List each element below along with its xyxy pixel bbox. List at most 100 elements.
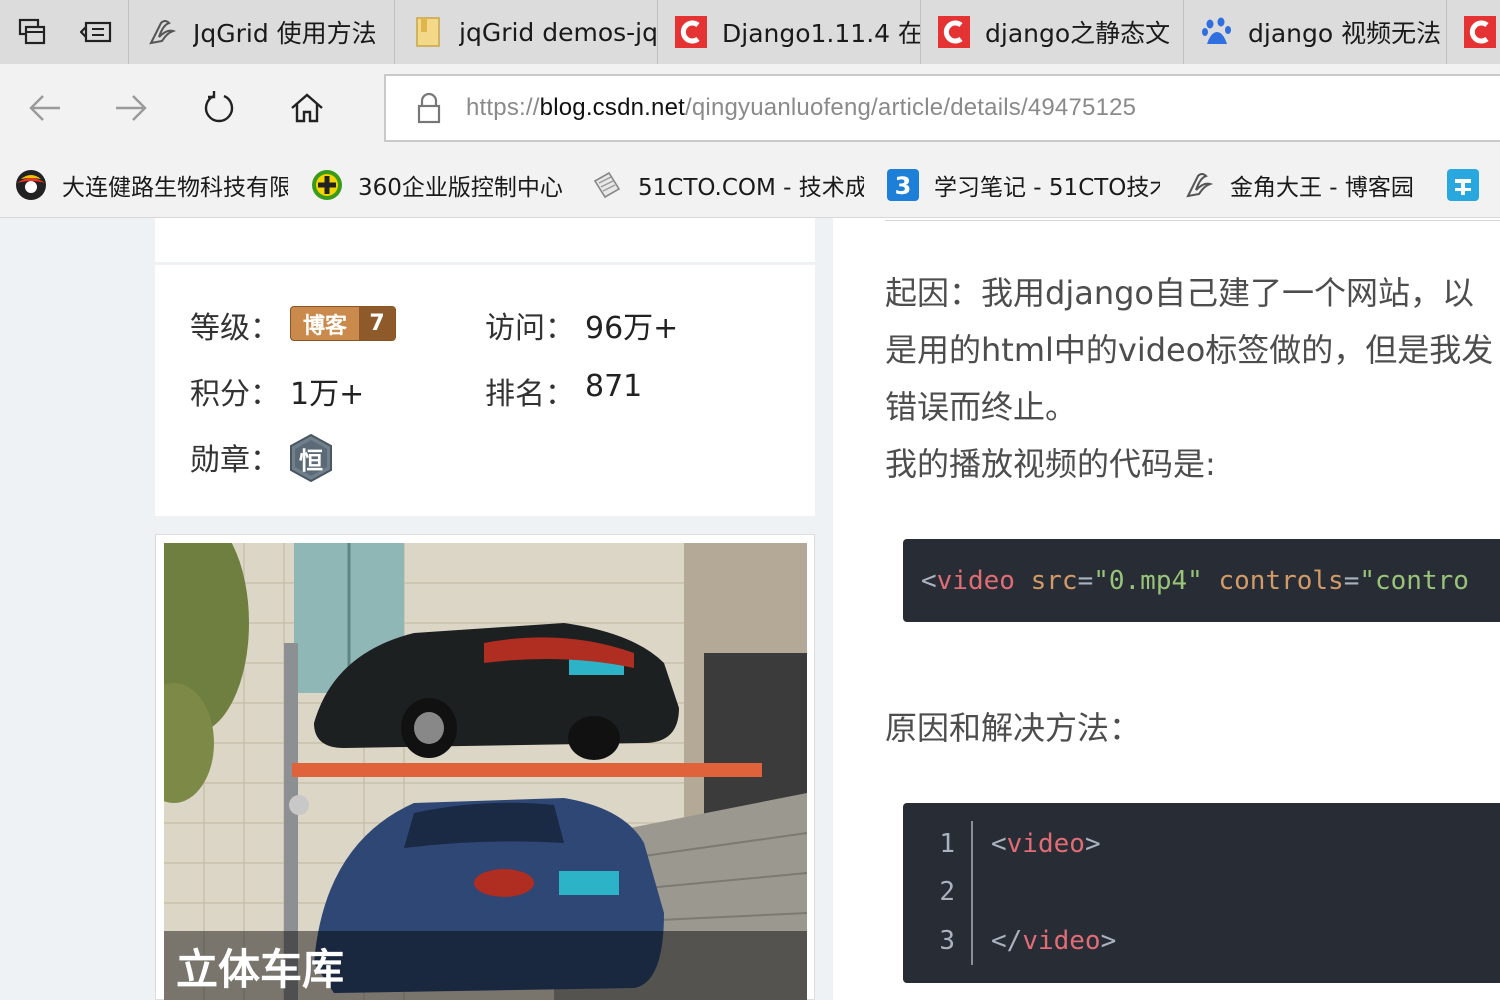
code-token: = bbox=[1077, 565, 1094, 596]
xue-character-icon bbox=[1446, 168, 1480, 202]
code-block-numbered[interactable]: 1 2 3 <video> </video> bbox=[903, 803, 1500, 983]
tab-2[interactable]: jqGrid demos-jq bbox=[394, 0, 657, 64]
code-token: < bbox=[921, 565, 937, 596]
url-host: blog.csdn.net bbox=[539, 94, 686, 121]
code-token: video bbox=[1022, 926, 1101, 956]
medal-label: 勋章： bbox=[190, 443, 280, 478]
line-number: 3 bbox=[939, 926, 955, 956]
tab-1[interactable]: JqGrid 使用方法 bbox=[128, 0, 394, 64]
points-label: 积分： bbox=[190, 377, 280, 412]
home-icon bbox=[291, 93, 323, 123]
level-badge-number: 7 bbox=[359, 307, 395, 340]
back-button[interactable] bbox=[18, 81, 72, 135]
ad-image: 立体车库 bbox=[164, 543, 807, 1000]
tab-4[interactable]: django之静态文 bbox=[920, 0, 1183, 64]
level-badge[interactable]: 博客 7 bbox=[290, 306, 396, 341]
medal-badge[interactable]: 恒 bbox=[287, 433, 335, 483]
code-token: controls bbox=[1218, 565, 1344, 596]
ball-logo-icon bbox=[14, 168, 48, 202]
code-block-video-tag[interactable]: <video src="0.mp4" controls="contro bbox=[903, 539, 1500, 622]
bookmark-3[interactable]: 51CTO.COM - 技术成 bbox=[590, 152, 864, 217]
tab-title: Django1.11.4 在 bbox=[722, 19, 920, 48]
code-token: > bbox=[1100, 926, 1117, 956]
visits-value: 96万+ bbox=[585, 311, 679, 346]
paragraph-line: 我的播放视频的代码是: bbox=[885, 445, 1216, 483]
sidebar-card-top bbox=[155, 218, 815, 262]
csdn-logo-icon bbox=[674, 15, 708, 49]
blogger-stats-card: 等级： 博客 7 访问： 96万+ 积分： 1万+ 排名： 871 勋章： 恒 bbox=[155, 265, 815, 516]
bookmark-4[interactable]: 3 学习笔记 - 51CTO技术 bbox=[886, 152, 1160, 217]
page-curl-icon bbox=[590, 168, 624, 202]
quill-feather-icon bbox=[145, 15, 179, 49]
bookmark-label: 360企业版控制中心 bbox=[358, 175, 563, 201]
bookmark-label: 学习笔记 - 51CTO技术 bbox=[934, 175, 1160, 201]
level-badge-text: 博客 bbox=[302, 313, 347, 339]
code-gutter bbox=[971, 821, 973, 965]
url-path: /qingyuanluofeng/article/details/4947512… bbox=[685, 94, 1137, 121]
favorites-bar: 大连健路生物科技有限 360企业版控制中心 51CTO.COM - 技术成 3 … bbox=[0, 152, 1500, 218]
rank-label: 排名： bbox=[485, 377, 575, 412]
tab-title: JqGrid 使用方法 bbox=[193, 19, 377, 48]
section-heading: 原因和解决方法： bbox=[885, 709, 1142, 747]
baidu-paw-icon bbox=[1200, 15, 1234, 49]
tab-title: django之静态文 bbox=[985, 19, 1171, 48]
tab-3[interactable]: Django1.11.4 在 bbox=[657, 0, 920, 64]
bookmark-6[interactable] bbox=[1446, 152, 1500, 217]
ad-caption-bar: 立体车库 bbox=[164, 931, 807, 1000]
tab-strip: JqGrid 使用方法 jqGrid demos-jq Django1.11.4… bbox=[0, 0, 1500, 64]
svg-text:3: 3 bbox=[895, 172, 912, 200]
back-arrow-icon bbox=[29, 95, 60, 121]
csdn-logo-icon bbox=[937, 15, 971, 49]
code-line: <video> bbox=[991, 829, 1101, 859]
visits-label: 访问： bbox=[485, 311, 575, 346]
address-bar[interactable]: https://blog.csdn.net/qingyuanluofeng/ar… bbox=[384, 74, 1500, 142]
bookmark-1[interactable]: 大连健路生物科技有限 bbox=[14, 152, 288, 217]
divider bbox=[885, 220, 1500, 221]
code-token: src bbox=[1030, 565, 1078, 596]
lock-icon bbox=[417, 92, 441, 124]
url-scheme: https:// bbox=[466, 94, 540, 121]
set-aside-tabs-icon bbox=[80, 21, 112, 43]
url-text: https://blog.csdn.net/qingyuanluofeng/ar… bbox=[466, 94, 1136, 122]
code-token: "0.mp4" bbox=[1093, 565, 1203, 596]
tab-preview-icon bbox=[18, 18, 46, 45]
medal-text: 恒 bbox=[299, 446, 323, 475]
csdn-logo-icon bbox=[1463, 15, 1497, 49]
forward-arrow-icon bbox=[116, 95, 147, 121]
code-token: video bbox=[1006, 829, 1085, 859]
bookmark-label: 金角大王 - 博客园 bbox=[1230, 175, 1414, 201]
tab-6[interactable] bbox=[1446, 0, 1500, 64]
code-token: </ bbox=[991, 926, 1023, 956]
line-number: 2 bbox=[939, 877, 955, 907]
paragraph-line: 起因：我用django自己建了一个网站，以 bbox=[885, 274, 1474, 312]
level-label: 等级： bbox=[190, 311, 280, 346]
code-line: </video> bbox=[991, 926, 1116, 956]
code-line: <video src="0.mp4" controls="contro bbox=[921, 566, 1469, 596]
line-number: 1 bbox=[939, 829, 955, 859]
paragraph-line: 错误而终止。 bbox=[885, 388, 1078, 426]
code-token: "contro bbox=[1359, 565, 1469, 596]
points-value: 1万+ bbox=[290, 377, 365, 412]
plus-shield-icon bbox=[310, 168, 344, 202]
code-token: > bbox=[1084, 829, 1101, 859]
navigation-bar: https://blog.csdn.net/qingyuanluofeng/ar… bbox=[0, 64, 1500, 152]
paragraph-line: 是用的html中的video标签做的，但是我发 bbox=[885, 331, 1494, 369]
ad-caption: 立体车库 bbox=[176, 944, 345, 994]
bookmark-2[interactable]: 360企业版控制中心 bbox=[310, 152, 566, 217]
rank-value: 871 bbox=[585, 369, 643, 404]
bookmark-label: 大连健路生物科技有限 bbox=[62, 175, 288, 201]
home-button[interactable] bbox=[280, 81, 334, 135]
code-token: < bbox=[991, 829, 1007, 859]
tab-title: django 视频无法 bbox=[1248, 19, 1442, 48]
parking-garage-ad[interactable]: 立体车库 bbox=[155, 534, 815, 1000]
refresh-button[interactable] bbox=[192, 81, 246, 135]
tab-preview-button[interactable] bbox=[0, 0, 64, 64]
quill-feather-icon bbox=[1182, 168, 1216, 202]
set-aside-tabs-button[interactable] bbox=[64, 0, 128, 64]
bookmark-label: 51CTO.COM - 技术成 bbox=[638, 175, 864, 201]
tab-5[interactable]: django 视频无法 bbox=[1183, 0, 1446, 64]
article-content: 起因：我用django自己建了一个网站，以 是用的html中的video标签做的… bbox=[833, 218, 1500, 1000]
bookmark-5[interactable]: 金角大王 - 博客园 bbox=[1182, 152, 1424, 217]
forward-button[interactable] bbox=[104, 81, 158, 135]
refresh-icon bbox=[204, 91, 234, 123]
